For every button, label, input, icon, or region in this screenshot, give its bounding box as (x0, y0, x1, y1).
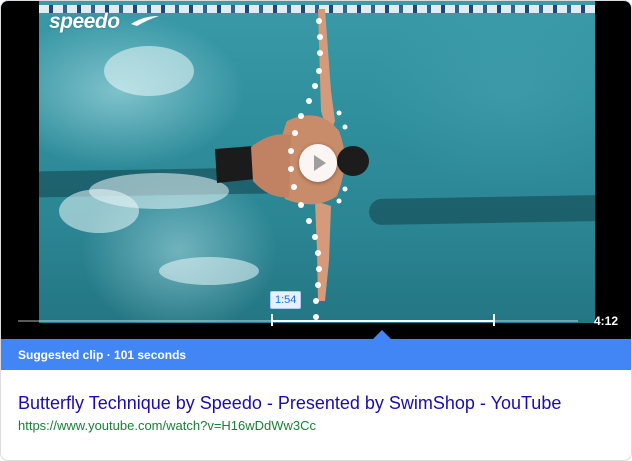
result-url[interactable]: https://www.youtube.com/watch?v=H16wDdWw… (18, 418, 316, 433)
clip-end-marker[interactable] (493, 314, 495, 326)
suggested-clip-label: Suggested clip (18, 348, 104, 362)
play-button[interactable] (299, 144, 337, 182)
suggested-clip-length: 101 seconds (114, 348, 187, 362)
video-player[interactable]: speedo 1:54 4:12 (1, 1, 631, 339)
play-icon (314, 155, 326, 171)
swoosh-icon (131, 16, 159, 26)
current-time-tooltip: 1:54 (270, 291, 302, 309)
video-result-card: speedo 1:54 4:12 Suggested clip · 101 se… (0, 0, 632, 461)
brand-logo: speedo (49, 10, 120, 33)
suggested-clip-text: Suggested clip · 101 seconds (18, 348, 186, 362)
video-duration: 4:12 (593, 314, 618, 328)
suggested-clip-bar: Suggested clip · 101 seconds (1, 339, 631, 370)
suggested-clip-pointer (373, 330, 391, 339)
clip-range[interactable] (272, 320, 494, 322)
suggested-clip-separator: · (103, 348, 115, 362)
clip-start-marker[interactable] (271, 314, 273, 326)
result-title-link[interactable]: Butterfly Technique by Speedo - Presente… (18, 393, 561, 414)
